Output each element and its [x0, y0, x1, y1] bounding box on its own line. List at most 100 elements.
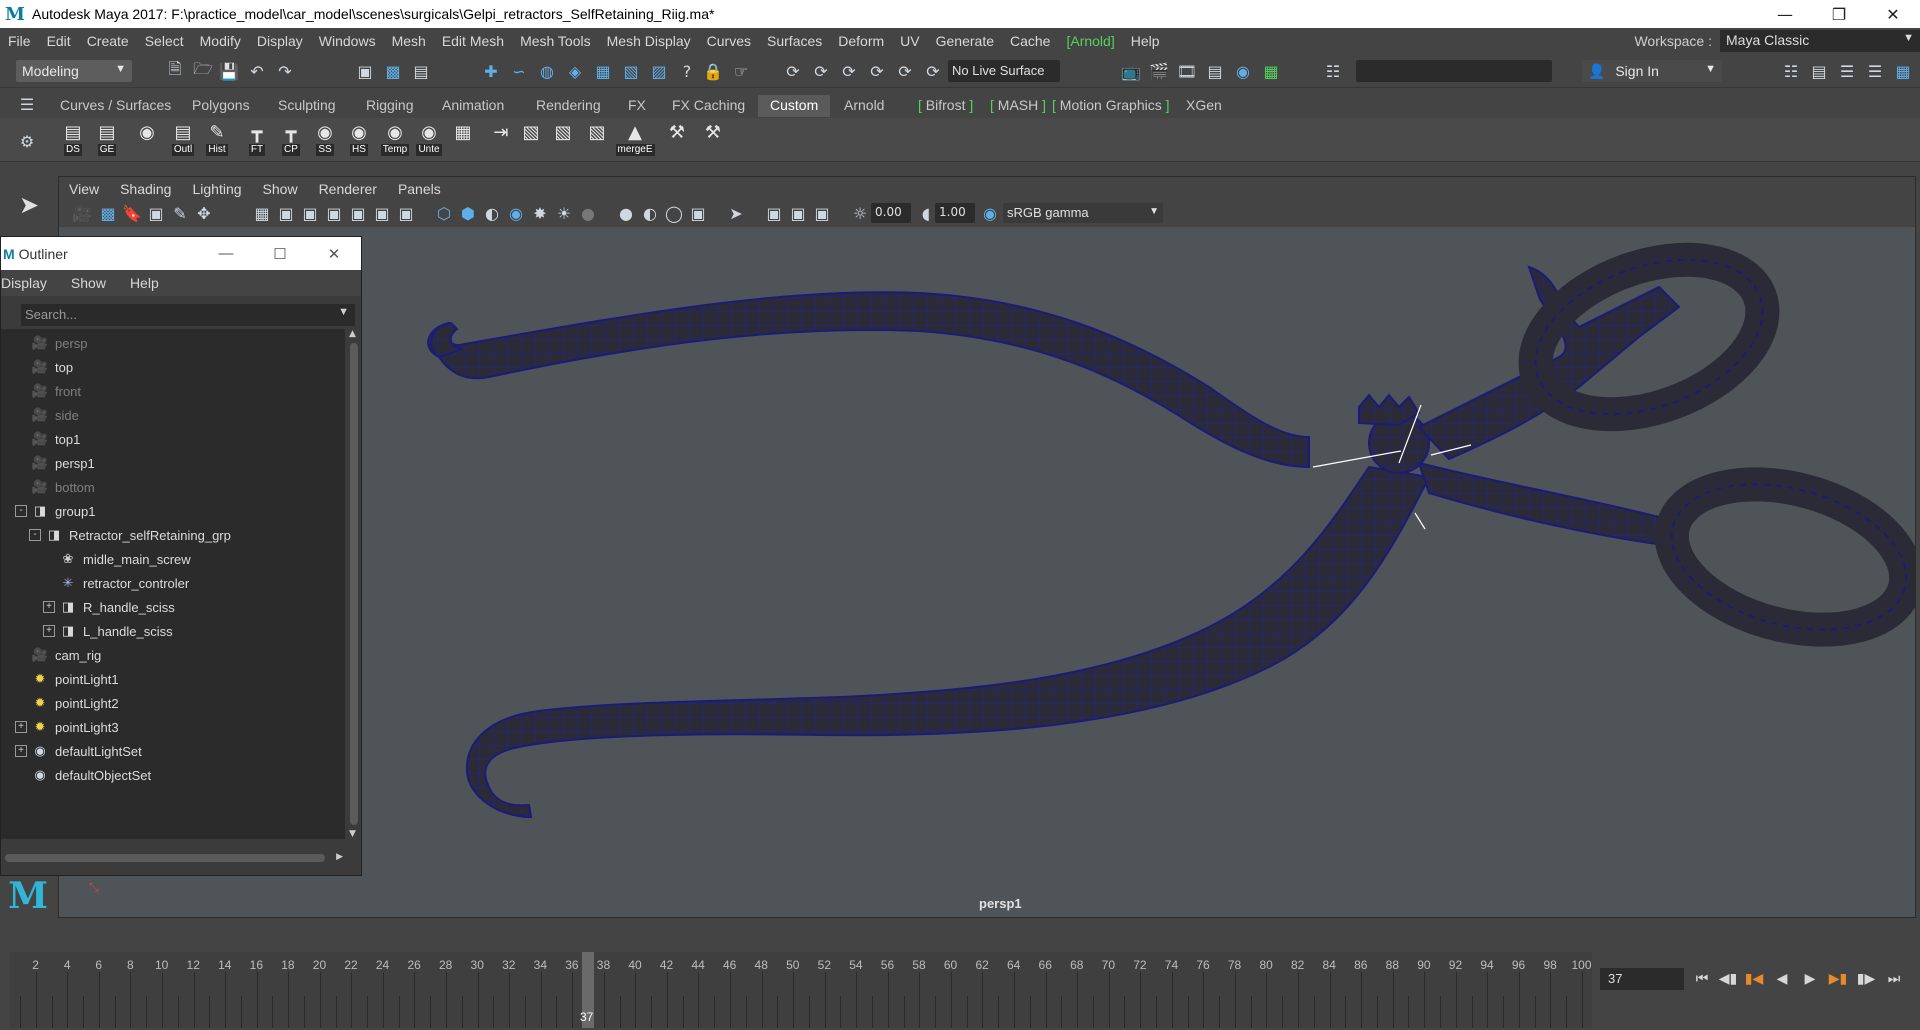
workspace-selector[interactable]: Workspace : Maya Classic ▼: [1634, 30, 1920, 52]
scroll-right-icon[interactable]: ▶: [336, 852, 343, 862]
menu-cache[interactable]: Cache: [1002, 33, 1058, 49]
shelf-button-ge[interactable]: ▤ GE: [90, 120, 124, 160]
render-frame-icon[interactable]: 🎬: [1148, 60, 1170, 82]
image-plane-icon[interactable]: ▣: [145, 202, 167, 224]
shelf-button-outl[interactable]: ▤ Outl: [166, 120, 200, 160]
current-frame-field[interactable]: 37: [1600, 968, 1684, 990]
tab-rendering[interactable]: Rendering: [524, 95, 613, 117]
select-tool-icon[interactable]: ➤: [16, 191, 42, 219]
textured-icon[interactable]: ◉: [505, 202, 527, 224]
shelf-button-cube[interactable]: ▧: [580, 120, 614, 160]
select-hierarchy-icon[interactable]: ▣: [354, 60, 376, 82]
menu-create[interactable]: Create: [79, 33, 137, 49]
shelf-button-checker[interactable]: ▦: [446, 120, 480, 160]
outliner-item[interactable]: 🎥 persp1: [1, 451, 345, 475]
menu-generate[interactable]: Generate: [928, 33, 1002, 49]
snap-curve-icon[interactable]: ∽: [508, 60, 530, 82]
snap-point-icon[interactable]: ◍: [536, 60, 558, 82]
menu-edit[interactable]: Edit: [39, 33, 79, 49]
outliner-item[interactable]: + ◨ L_handle_sciss: [1, 619, 345, 643]
outliner-item[interactable]: 🎥 cam_rig: [1, 643, 345, 667]
modeling-toolkit-icon[interactable]: ☰: [1864, 60, 1886, 82]
outliner-item[interactable]: - ◨ Retractor_selfRetaining_grp: [1, 523, 345, 547]
lasso-icon[interactable]: ⟳: [838, 60, 860, 82]
go-to-start-icon[interactable]: ⏮: [1690, 966, 1714, 992]
color-management-icon[interactable]: ◉: [979, 202, 1001, 224]
shelf-menu-icon[interactable]: ☰: [16, 94, 38, 116]
xray-components-icon[interactable]: ▣: [787, 202, 809, 224]
grease-pencil-icon[interactable]: ✎: [169, 202, 191, 224]
live-surface-field[interactable]: No Live Surface: [948, 60, 1060, 82]
menu-windows[interactable]: Windows: [311, 33, 384, 49]
tool-settings-icon[interactable]: ▤: [1808, 60, 1830, 82]
attribute-editor-icon[interactable]: ☷: [1780, 60, 1802, 82]
scroll-down-icon[interactable]: ▼: [349, 829, 356, 839]
ipr-render-icon[interactable]: 🎞: [1176, 60, 1198, 82]
lasso-icon[interactable]: ⟳: [894, 60, 916, 82]
lock-icon[interactable]: 🔒: [702, 60, 724, 82]
menu-help[interactable]: Help: [1123, 33, 1168, 49]
go-to-end-icon[interactable]: ⏭: [1882, 966, 1906, 992]
outliner-vertical-scrollbar[interactable]: ▲ ▼: [347, 329, 361, 839]
lasso-icon[interactable]: ⟳: [866, 60, 888, 82]
redo-icon[interactable]: ↷: [274, 60, 296, 82]
viewport-menu-lighting[interactable]: Lighting: [192, 181, 241, 197]
shelf-button-export[interactable]: ⇥: [484, 120, 518, 160]
menu-uv[interactable]: UV: [892, 33, 927, 49]
viewport-menu-panels[interactable]: Panels: [398, 181, 441, 197]
lasso-icon[interactable]: ⟳: [922, 60, 944, 82]
motion-blur-icon[interactable]: ●: [615, 202, 637, 224]
tab-arnold[interactable]: Arnold: [832, 95, 896, 117]
gate-mask-icon[interactable]: ▣: [323, 202, 345, 224]
smooth-shade-icon[interactable]: ⬢: [457, 202, 479, 224]
step-forward-key-icon[interactable]: ▶▮: [1826, 966, 1850, 992]
shelf-button-ds[interactable]: ▤ DS: [56, 120, 90, 160]
color-space-dropdown[interactable]: sRGB gamma ▼: [1003, 203, 1163, 223]
depth-of-field-icon[interactable]: ◯: [663, 202, 685, 224]
mode-dropdown[interactable]: Modeling ▼: [16, 60, 132, 82]
field-chart-icon[interactable]: ▣: [347, 202, 369, 224]
gamma-icon[interactable]: ◖: [915, 202, 937, 224]
camera-icon[interactable]: 🎥: [71, 202, 93, 224]
outliner-item[interactable]: ✹ pointLight2: [1, 691, 345, 715]
viewport-menu-show[interactable]: Show: [263, 181, 298, 197]
outliner-menu-display[interactable]: Display: [1, 275, 47, 291]
shelf-button-ss[interactable]: ◉ SS: [308, 120, 342, 160]
close-button[interactable]: ✕: [1866, 0, 1920, 28]
minimize-button[interactable]: —: [1758, 0, 1812, 28]
shelf-button-tool[interactable]: ⚒: [696, 120, 730, 160]
tab-fx-caching[interactable]: FX Caching: [660, 95, 757, 117]
safe-action-icon[interactable]: ▣: [371, 202, 393, 224]
scrollbar-thumb[interactable]: [350, 343, 358, 825]
viewport-menu-renderer[interactable]: Renderer: [319, 181, 377, 197]
timeline-ruler[interactable]: 2 4 6 8 10 12 14 16 18 20 22 24 26 28 30 32 34 36 38 40 42 44…: [10, 952, 1592, 1028]
outliner-item[interactable]: ✳ retractor_controler: [1, 571, 345, 595]
shelf-button-mergee[interactable]: ▲ mergeE: [615, 120, 655, 160]
shelf-button-unte[interactable]: ◉ Unte: [412, 120, 446, 160]
arnold-render-icon[interactable]: ▦: [1260, 60, 1282, 82]
tab-bifrost[interactable]: [ Bifrost ]: [906, 95, 985, 117]
shelf-button-temp[interactable]: ◉ Temp: [378, 120, 412, 160]
open-scene-icon[interactable]: 🗁: [192, 59, 214, 82]
sign-in-dropdown[interactable]: 👤 Sign In ▼: [1582, 60, 1722, 82]
step-forward-frame-icon[interactable]: ▮▶: [1854, 966, 1878, 992]
restore-button[interactable]: ❐: [1812, 0, 1866, 28]
tab-sculpting[interactable]: Sculpting: [266, 95, 348, 117]
select-object-icon[interactable]: ▩: [382, 60, 404, 82]
outliner-search-input[interactable]: Search... ▼: [21, 304, 355, 326]
grid-icon[interactable]: ▦: [251, 202, 273, 224]
camera-attributes-icon[interactable]: ▩: [97, 202, 119, 224]
layers-icon[interactable]: ▦: [1892, 60, 1914, 82]
pick-icon[interactable]: ☞: [730, 60, 752, 82]
outliner-minimize-button[interactable]: —: [199, 237, 253, 270]
outliner-item[interactable]: ◉ defaultObjectSet: [1, 763, 345, 787]
menu-curves[interactable]: Curves: [699, 33, 759, 49]
input-line-icon[interactable]: ☷: [1322, 60, 1344, 82]
tab-motion-graphics[interactable]: [ Motion Graphics ]: [1040, 95, 1182, 117]
exposure-icon[interactable]: ☼: [849, 202, 871, 224]
snap-toggle-icon[interactable]: ▨: [648, 60, 670, 82]
tab-fx[interactable]: FX: [616, 95, 658, 117]
shelf-button-circle[interactable]: ◉: [130, 120, 164, 160]
play-backward-icon[interactable]: ◀: [1770, 966, 1794, 992]
outliner-item[interactable]: + ◨ R_handle_sciss: [1, 595, 345, 619]
